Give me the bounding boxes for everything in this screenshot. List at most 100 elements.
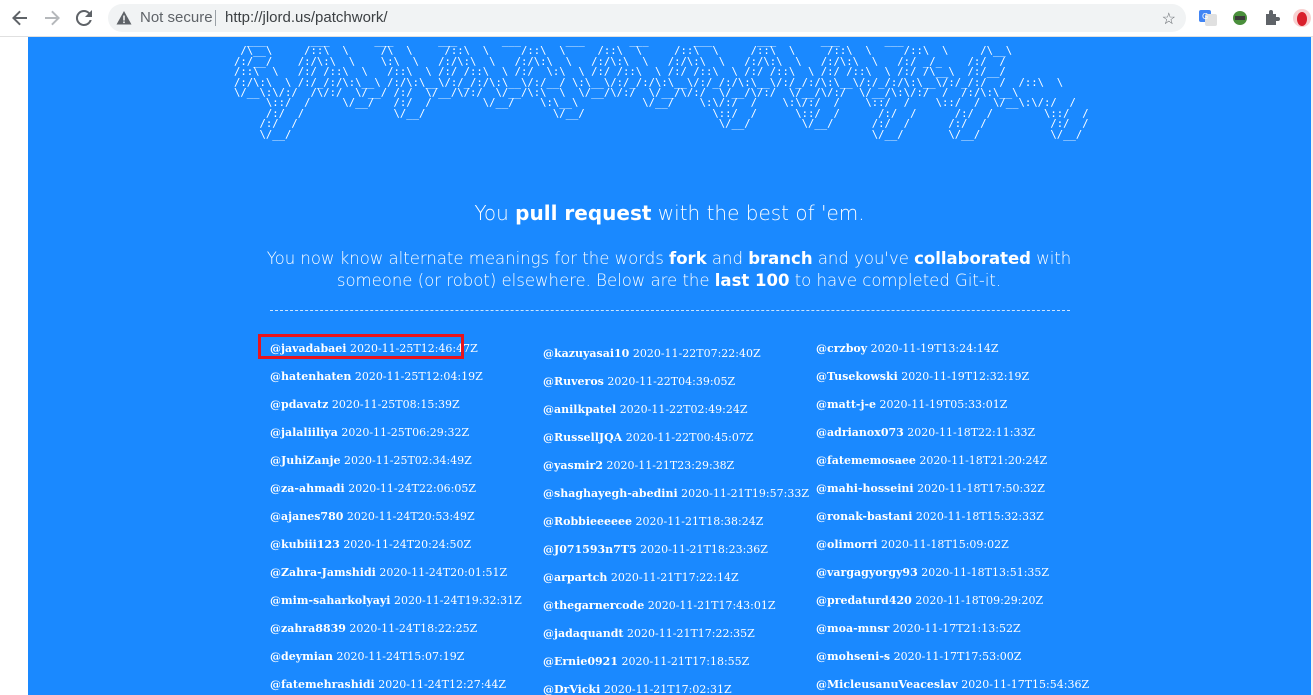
list-item: @mim-saharkolyayi 2020-11-24T19:32:31Z — [270, 591, 530, 619]
ascii-art-logo: ___ ___ ___ ___ ___ ___ ___ ___ ___ ___ … — [234, 37, 1089, 141]
user-link[interactable]: @Zahra-Jamshidi — [270, 566, 376, 579]
user-link[interactable]: @crzboy — [816, 342, 867, 355]
list-item: @RussellJQA 2020-11-22T00:45:07Z — [543, 428, 803, 456]
list-item: @mohseni-s 2020-11-17T17:53:00Z — [816, 647, 1076, 675]
list-item: @J071593n7T5 2020-11-21T18:23:36Z — [543, 540, 803, 568]
completers-column-2: @kazuyasai10 2020-11-22T07:22:40Z @Ruvero… — [543, 344, 809, 695]
completion-date: 2020-11-21T18:23:36Z — [640, 543, 768, 556]
highlight-box — [258, 334, 464, 359]
list-item: @olimorri 2020-11-18T15:09:02Z — [816, 535, 1076, 563]
user-link[interactable]: @hatenhaten — [270, 370, 351, 383]
user-link[interactable]: @fatemehrashidi — [270, 678, 375, 691]
user-link[interactable]: @thegarnercode — [543, 599, 644, 612]
user-link[interactable]: @mim-saharkolyayi — [270, 594, 391, 607]
completion-date: 2020-11-24T22:06:05Z — [348, 482, 477, 495]
completion-date: 2020-11-24T18:22:25Z — [349, 622, 478, 635]
completion-date: 2020-11-18T13:51:35Z — [921, 566, 1050, 579]
user-link[interactable]: @RussellJQA — [543, 431, 622, 444]
user-link[interactable]: @Ruveros — [543, 375, 604, 388]
list-item: @ajanes780 2020-11-24T20:53:49Z — [270, 507, 530, 535]
completion-date: 2020-11-21T17:22:35Z — [627, 627, 755, 640]
user-link[interactable]: @arpartch — [543, 571, 607, 584]
user-link[interactable]: @DrVicki — [543, 683, 600, 695]
completion-date: 2020-11-21T23:29:38Z — [606, 459, 735, 472]
url-text[interactable]: http://jlord.us/patchwork/ — [225, 9, 388, 26]
user-link[interactable]: @zahra8839 — [270, 622, 346, 635]
completion-date: 2020-11-18T21:20:24Z — [919, 454, 1048, 467]
completion-date: 2020-11-18T17:50:32Z — [917, 482, 1045, 495]
user-link[interactable]: @mohseni-s — [816, 650, 890, 663]
user-link[interactable]: @olimorri — [816, 538, 877, 551]
list-item: @zahra8839 2020-11-24T18:22:25Z — [270, 619, 530, 647]
list-item: @pdavatz 2020-11-25T08:15:39Z — [270, 395, 530, 423]
user-link[interactable]: @Tusekowski — [816, 370, 898, 383]
completion-date: 2020-11-24T20:53:49Z — [346, 510, 475, 523]
user-link[interactable]: @predaturd420 — [816, 594, 912, 607]
list-item: @Ruveros 2020-11-22T04:39:05Z — [543, 372, 803, 400]
star-icon[interactable]: ☆ — [1162, 9, 1176, 29]
list-item: @vargagyorgy93 2020-11-18T13:51:35Z — [816, 563, 1076, 591]
completion-date: 2020-11-21T17:02:31Z — [603, 683, 732, 695]
completion-date: 2020-11-22T04:39:05Z — [607, 375, 736, 388]
list-item: @JuhiZanje 2020-11-25T02:34:49Z — [270, 451, 530, 479]
completion-date: 2020-11-25T02:34:49Z — [344, 454, 472, 467]
address-bar[interactable]: Not secure http://jlord.us/patchwork/ ☆ — [108, 4, 1186, 32]
list-item: @jalaliiliya 2020-11-25T06:29:32Z — [270, 423, 530, 451]
user-link[interactable]: @moa-mnsr — [816, 622, 889, 635]
user-link[interactable]: @ronak-bastani — [816, 510, 912, 523]
list-item: @kubiii123 2020-11-24T20:24:50Z — [270, 535, 530, 563]
completion-date: 2020-11-17T15:54:36Z — [961, 678, 1090, 691]
user-link[interactable]: @ajanes780 — [270, 510, 343, 523]
list-item: @moa-mnsr 2020-11-17T21:13:52Z — [816, 619, 1076, 647]
list-item: @Zahra-Jamshidi 2020-11-24T20:01:51Z — [270, 563, 530, 591]
user-link[interactable]: @Ernie0921 — [543, 655, 618, 668]
list-item: @DrVicki 2020-11-21T17:02:31Z — [543, 680, 803, 695]
completion-date: 2020-11-21T17:43:01Z — [647, 599, 776, 612]
user-link[interactable]: @kazuyasai10 — [543, 347, 629, 360]
translate-icon[interactable]: G — [1198, 8, 1218, 28]
user-link[interactable]: @jadaquandt — [543, 627, 624, 640]
completion-date: 2020-11-17T21:13:52Z — [892, 622, 1021, 635]
user-link[interactable]: @deymian — [270, 650, 333, 663]
dashed-divider — [270, 310, 1070, 311]
puzzle-icon[interactable] — [1262, 8, 1282, 28]
back-arrow-icon[interactable] — [8, 6, 32, 30]
completion-date: 2020-11-24T12:27:44Z — [378, 678, 507, 691]
user-link[interactable]: @fatememosaee — [816, 454, 916, 467]
user-link[interactable]: @kubiii123 — [270, 538, 340, 551]
user-link[interactable]: @vargagyorgy93 — [816, 566, 918, 579]
list-item: @za-ahmadi 2020-11-24T22:06:05Z — [270, 479, 530, 507]
user-link[interactable]: @za-ahmadi — [270, 482, 345, 495]
user-link[interactable]: @matt-j-e — [816, 398, 876, 411]
user-link[interactable]: @shaghayegh-abedini — [543, 487, 678, 500]
globe-extension-icon[interactable] — [1230, 8, 1250, 28]
list-item: @predaturd420 2020-11-18T09:29:20Z — [816, 591, 1076, 619]
user-link[interactable]: @adrianox073 — [816, 426, 904, 439]
omnibox-separator — [215, 10, 216, 26]
user-link[interactable]: @yasmir2 — [543, 459, 603, 472]
list-item: @Ernie0921 2020-11-21T17:18:55Z — [543, 652, 803, 680]
completion-date: 2020-11-24T20:24:50Z — [343, 538, 472, 551]
list-item: @MicleusanuVeaceslav 2020-11-17T15:54:36… — [816, 675, 1089, 695]
list-item: @jadaquandt 2020-11-21T17:22:35Z — [543, 624, 803, 652]
list-item: @fatememosaee 2020-11-18T21:20:24Z — [816, 451, 1076, 479]
completion-date: 2020-11-19T05:33:01Z — [879, 398, 1008, 411]
user-link[interactable]: @anilkpatel — [543, 403, 616, 416]
completion-date: 2020-11-18T22:11:33Z — [907, 426, 1036, 439]
user-link[interactable]: @J071593n7T5 — [543, 543, 637, 556]
user-link[interactable]: @mahi-hosseini — [816, 482, 914, 495]
security-label[interactable]: Not secure — [140, 9, 213, 26]
user-link[interactable]: @MicleusanuVeaceslav — [816, 678, 958, 691]
list-item: @hatenhaten 2020-11-25T12:04:19Z — [270, 367, 530, 395]
user-link[interactable]: @Robbieeeeee — [543, 515, 632, 528]
list-item: @deymian 2020-11-24T15:07:19Z — [270, 647, 530, 675]
user-link[interactable]: @jalaliiliya — [270, 426, 338, 439]
user-link[interactable]: @JuhiZanje — [270, 454, 341, 467]
forward-arrow-icon[interactable] — [40, 6, 64, 30]
reload-icon[interactable] — [72, 6, 96, 30]
completion-date: 2020-11-17T17:53:00Z — [893, 650, 1022, 663]
user-link[interactable]: @pdavatz — [270, 398, 328, 411]
completion-date: 2020-11-21T19:57:33Z — [681, 487, 809, 500]
completion-date: 2020-11-21T17:18:55Z — [621, 655, 750, 668]
profile-avatar-icon[interactable] — [1292, 8, 1312, 28]
